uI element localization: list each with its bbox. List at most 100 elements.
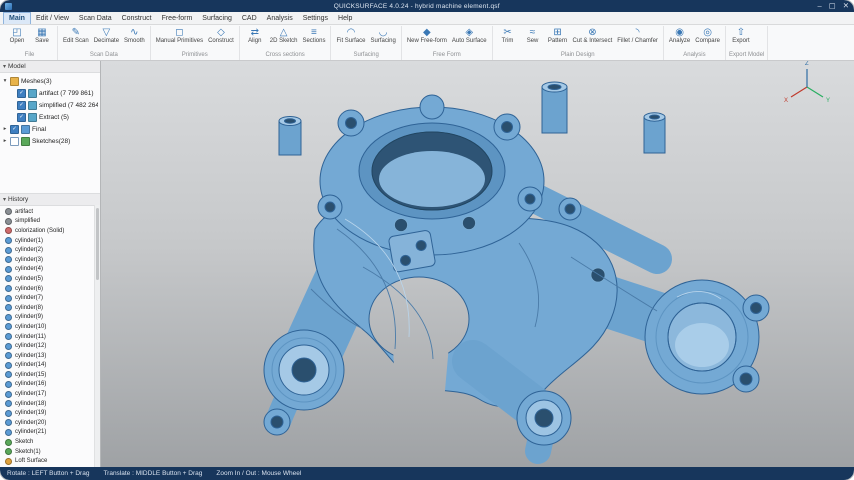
history-item-label: cylinder(12)	[15, 343, 46, 349]
visibility-checkbox[interactable]: ✓	[17, 113, 26, 122]
ribbon-button-save[interactable]: ▦Save	[30, 26, 54, 46]
tree-item-sketches-28[interactable]: ▸Sketches(28)	[0, 135, 100, 147]
menu-item-scan-data[interactable]: Scan Data	[74, 12, 117, 24]
window-controls: – ▢ ✕	[817, 2, 849, 10]
history-item-cylinder-19[interactable]: cylinder(19)	[0, 408, 100, 418]
history-item-cylinder-13[interactable]: cylinder(13)	[0, 351, 100, 361]
menu-item-construct[interactable]: Construct	[117, 12, 157, 24]
history-item-cylinder-9[interactable]: cylinder(9)	[0, 313, 100, 323]
ribbon-button-construct[interactable]: ◇Construct	[206, 26, 236, 46]
ribbon-button-decimate[interactable]: ▽Decimate	[92, 26, 121, 46]
tree-item-label: Final	[32, 126, 46, 133]
ribbon-button-align[interactable]: ⇄Align	[243, 26, 267, 46]
ribbon-button-2d-sketch[interactable]: △2D Sketch	[268, 26, 300, 46]
ribbon-button-analyze[interactable]: ◉Analyze	[667, 26, 692, 46]
tree-item-extract-5[interactable]: ✓Extract (5)	[0, 111, 100, 123]
visibility-checkbox[interactable]: ✓	[10, 125, 19, 134]
ribbon-button-auto-surface[interactable]: ◈Auto Surface	[450, 26, 489, 46]
ribbon-button-trim[interactable]: ✂Trim	[496, 26, 520, 46]
menu-item-free-form[interactable]: Free-form	[157, 12, 198, 24]
history-item-colorization-solid[interactable]: colorization (Solid)	[0, 226, 100, 236]
ribbon-button-new-free-form[interactable]: ◆New Free-form	[405, 26, 449, 46]
close-button[interactable]: ✕	[843, 2, 849, 10]
history-item-cylinder-8[interactable]: cylinder(8)	[0, 303, 100, 313]
ribbon-button-sections[interactable]: ≡Sections	[300, 26, 327, 46]
new-free-form-icon: ◆	[423, 27, 431, 38]
history-item-sketch-1[interactable]: Sketch(1)	[0, 447, 100, 457]
history-item-cylinder-5[interactable]: cylinder(5)	[0, 274, 100, 284]
ribbon-button-manual-primitives[interactable]: ◻Manual Primitives	[154, 26, 205, 46]
cylinder-icon	[5, 323, 12, 330]
sections-icon: ≡	[311, 27, 317, 38]
ribbon-button-cut-intersect[interactable]: ⊗Cut & Intersect	[571, 26, 615, 46]
export-icon: ⇧	[737, 27, 745, 38]
menu-item-main[interactable]: Main	[3, 12, 31, 24]
ribbon-button-open[interactable]: ◰Open	[5, 26, 29, 46]
ribbon-button-fillet-chamfer[interactable]: ◝Fillet / Chamfer	[615, 26, 660, 46]
history-item-label: cylinder(17)	[15, 391, 46, 397]
history-item-sketch[interactable]: Sketch	[0, 437, 100, 447]
history-item-cylinder-16[interactable]: cylinder(16)	[0, 380, 100, 390]
cylinder-icon	[5, 266, 12, 273]
ribbon-button-pattern[interactable]: ⊞Pattern	[546, 26, 570, 46]
menu-item-help[interactable]: Help	[333, 12, 357, 24]
history-item-cylinder-7[interactable]: cylinder(7)	[0, 293, 100, 303]
app-logo-icon	[5, 3, 12, 10]
ribbon-button-label: New Free-form	[407, 38, 447, 45]
tree-item-meshes-3[interactable]: ▾Meshes(3)	[0, 75, 100, 87]
history-item-cylinder-2[interactable]: cylinder(2)	[0, 245, 100, 255]
history-item-cylinder-11[interactable]: cylinder(11)	[0, 332, 100, 342]
side-panel: ▾ Model ▾Meshes(3)✓artifact (7 799 861)✓…	[0, 61, 101, 467]
maximize-button[interactable]: ▢	[829, 2, 836, 10]
menu-item-cad[interactable]: CAD	[237, 12, 262, 24]
history-item-label: cylinder(10)	[15, 324, 46, 330]
history-header[interactable]: ▾ History	[0, 194, 100, 206]
ribbon-button-label: Construct	[208, 38, 234, 45]
history-item-plane-to-flat[interactable]: Plane (to flat)	[0, 466, 100, 467]
expand-arrow-icon[interactable]: ▸	[2, 138, 8, 144]
history-item-cylinder-14[interactable]: cylinder(14)	[0, 361, 100, 371]
edit-scan-icon: ✎	[72, 27, 80, 38]
history-item-cylinder-21[interactable]: cylinder(21)	[0, 428, 100, 438]
menu-item-settings[interactable]: Settings	[298, 12, 333, 24]
ribbon-button-surfacing[interactable]: ◡Surfacing	[368, 26, 397, 46]
ribbon-button-smooth[interactable]: ∿Smooth	[122, 26, 147, 46]
menu-item-surfacing[interactable]: Surfacing	[197, 12, 237, 24]
viewport[interactable]: X Y Z	[101, 61, 854, 467]
tree-item-artifact-7-799-861[interactable]: ✓artifact (7 799 861)	[0, 87, 100, 99]
visibility-checkbox[interactable]: ✓	[17, 89, 26, 98]
menu-item-analysis[interactable]: Analysis	[262, 12, 298, 24]
history-item-artifact[interactable]: artifact	[0, 207, 100, 217]
history-item-cylinder-1[interactable]: cylinder(1)	[0, 236, 100, 246]
model-tree-header[interactable]: ▾ Model	[0, 61, 100, 73]
ribbon-button-compare[interactable]: ◎Compare	[693, 26, 722, 46]
history-item-loft-surface[interactable]: Loft Surface	[0, 456, 100, 466]
history-scrollbar-thumb[interactable]	[96, 208, 99, 280]
menu-item-edit-view[interactable]: Edit / View	[31, 12, 74, 24]
ribbon-button-sew[interactable]: ≈Sew	[521, 26, 545, 46]
tree-item-simplified-7-482-264[interactable]: ✓simplified (7 482 264)	[0, 99, 100, 111]
history-item-cylinder-15[interactable]: cylinder(15)	[0, 370, 100, 380]
history-item-cylinder-17[interactable]: cylinder(17)	[0, 389, 100, 399]
ribbon-group-label: Primitives	[154, 51, 236, 60]
mesh-icon	[5, 218, 12, 225]
history-item-simplified[interactable]: simplified	[0, 217, 100, 227]
history-item-cylinder-18[interactable]: cylinder(18)	[0, 399, 100, 409]
history-item-cylinder-12[interactable]: cylinder(12)	[0, 341, 100, 351]
ribbon-button-edit-scan[interactable]: ✎Edit Scan	[61, 26, 91, 46]
visibility-checkbox[interactable]: ✓	[17, 101, 26, 110]
expand-arrow-icon[interactable]: ▸	[2, 126, 8, 132]
history-item-cylinder-20[interactable]: cylinder(20)	[0, 418, 100, 428]
ribbon-button-export[interactable]: ⇧Export	[729, 26, 753, 46]
history-item-cylinder-3[interactable]: cylinder(3)	[0, 255, 100, 265]
expand-arrow-icon[interactable]: ▾	[2, 78, 8, 84]
history-item-cylinder-4[interactable]: cylinder(4)	[0, 265, 100, 275]
visibility-checkbox[interactable]	[10, 137, 19, 146]
cylinder-icon	[5, 237, 12, 244]
history-scrollbar[interactable]	[94, 205, 100, 467]
history-item-cylinder-6[interactable]: cylinder(6)	[0, 284, 100, 294]
minimize-button[interactable]: –	[817, 2, 821, 10]
ribbon-button-fit-surface[interactable]: ◠Fit Surface	[334, 26, 367, 46]
history-item-cylinder-10[interactable]: cylinder(10)	[0, 322, 100, 332]
tree-item-final[interactable]: ▸✓ Final	[0, 123, 100, 135]
